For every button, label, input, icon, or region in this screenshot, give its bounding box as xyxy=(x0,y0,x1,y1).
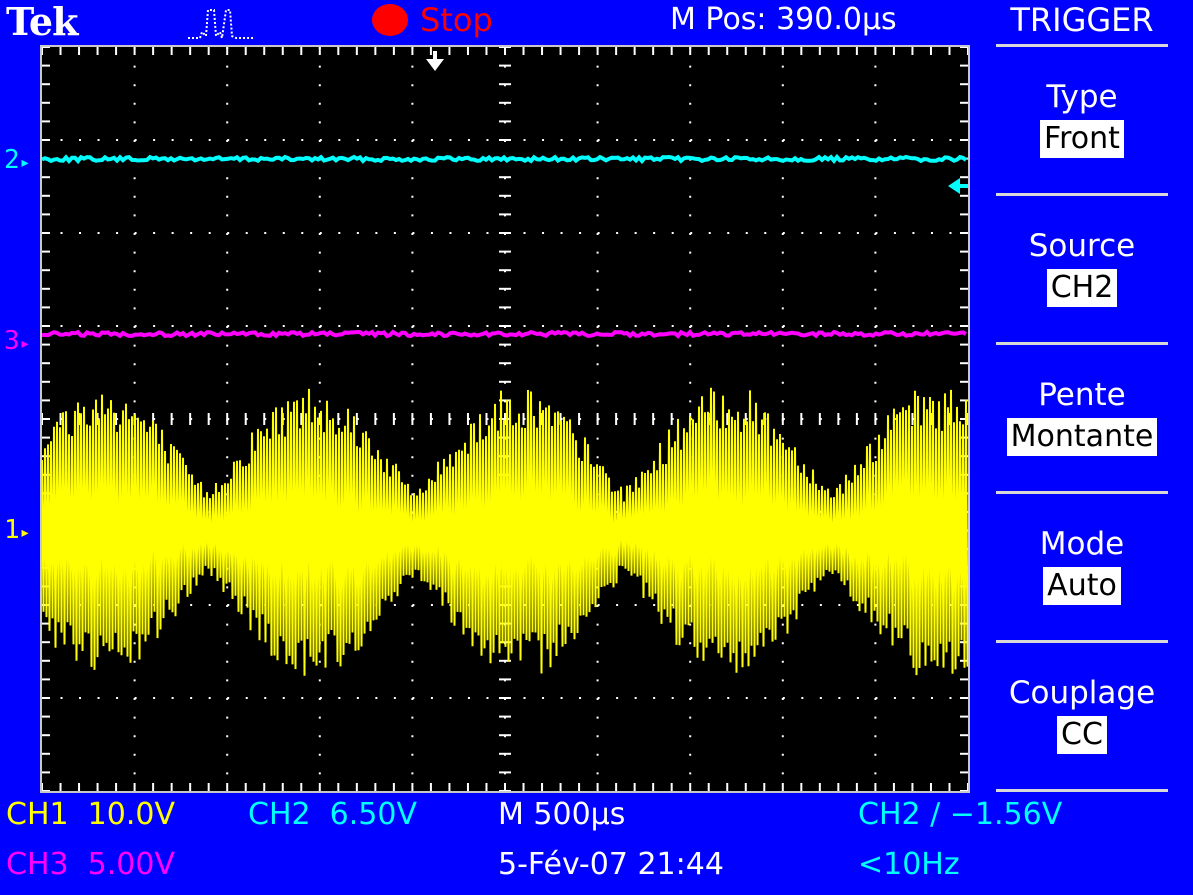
menu-item-value: Auto xyxy=(1043,567,1121,605)
run-state-label: Stop xyxy=(420,1,493,39)
oscilloscope-screen: Tek Stop M Pos: 390.0µs 2▸ 3▸ 1▸ TRIGGER… xyxy=(0,0,1193,895)
menu-item-label: Source xyxy=(1028,228,1136,264)
frequency-readout: <10Hz xyxy=(858,847,960,882)
ch3-marker-label: 3 xyxy=(4,326,20,356)
datetime-readout: 5-Fév-07 21:44 xyxy=(498,847,724,882)
waveform-graticule xyxy=(42,47,968,791)
ch2-ground-marker[interactable]: 2▸ xyxy=(4,147,31,176)
pulse-waveform-icon xyxy=(188,9,254,39)
ch3-readout: CH3 5.00V xyxy=(6,848,175,882)
brand-logo: Tek xyxy=(6,0,78,44)
horizontal-position-readout: M Pos: 390.0µs xyxy=(670,2,897,37)
menu-divider xyxy=(996,44,1168,47)
ch3-trace xyxy=(42,329,967,339)
ch3-scale: 5.00V xyxy=(87,847,175,882)
marker-arrow-icon: ▸ xyxy=(19,522,31,543)
trigger-menu: TRIGGER Type Front Source CH2 Pente Mont… xyxy=(996,0,1168,795)
ch2-readout: CH2 6.50V xyxy=(248,798,417,832)
menu-item-value: Front xyxy=(1040,120,1124,158)
menu-item-slope[interactable]: Pente Montante xyxy=(996,376,1168,456)
menu-item-value: Montante xyxy=(1006,418,1158,456)
menu-item-label: Type xyxy=(1046,79,1118,115)
marker-arrow-icon: ▸ xyxy=(19,333,31,354)
trigger-position-arrow-icon xyxy=(426,51,444,71)
menu-item-value: CH2 xyxy=(1046,269,1118,307)
stop-indicator-icon xyxy=(372,4,408,36)
menu-item-label: Couplage xyxy=(1008,675,1156,711)
ch1-ground-marker[interactable]: 1▸ xyxy=(4,517,31,546)
ch1-name: CH1 xyxy=(6,797,69,832)
menu-item-coupling[interactable]: Couplage CC xyxy=(996,674,1168,754)
ch3-name: CH3 xyxy=(6,847,69,882)
menu-divider xyxy=(996,491,1168,494)
menu-divider xyxy=(996,342,1168,345)
marker-arrow-icon: ▸ xyxy=(19,152,31,173)
menu-item-source[interactable]: Source CH2 xyxy=(996,227,1168,307)
menu-item-value: CC xyxy=(1057,716,1107,754)
menu-divider xyxy=(996,193,1168,196)
menu-title: TRIGGER xyxy=(1010,1,1154,39)
menu-item-mode[interactable]: Mode Auto xyxy=(996,525,1168,605)
menu-item-label: Pente xyxy=(1038,377,1126,413)
menu-item-type[interactable]: Type Front xyxy=(996,78,1168,158)
trigger-level-arrow-icon xyxy=(948,178,968,194)
menu-divider xyxy=(996,640,1168,643)
display-markers xyxy=(426,51,968,194)
trigger-readout: CH2 ∕ −1.56V xyxy=(858,797,1063,832)
ch2-scale: 6.50V xyxy=(329,797,417,832)
ch1-scale: 10.0V xyxy=(87,797,175,832)
ch3-ground-marker[interactable]: 3▸ xyxy=(4,328,31,357)
menu-divider xyxy=(996,789,1168,792)
ch2-marker-label: 2 xyxy=(4,145,20,175)
ch1-trace xyxy=(42,387,968,676)
ch1-marker-label: 1 xyxy=(4,515,20,545)
timebase-readout: M 500µs xyxy=(498,797,626,832)
ch1-readout: CH1 10.0V xyxy=(6,798,175,832)
menu-item-label: Mode xyxy=(1039,526,1125,562)
waveform-display xyxy=(40,45,970,793)
ch2-name: CH2 xyxy=(248,797,311,832)
